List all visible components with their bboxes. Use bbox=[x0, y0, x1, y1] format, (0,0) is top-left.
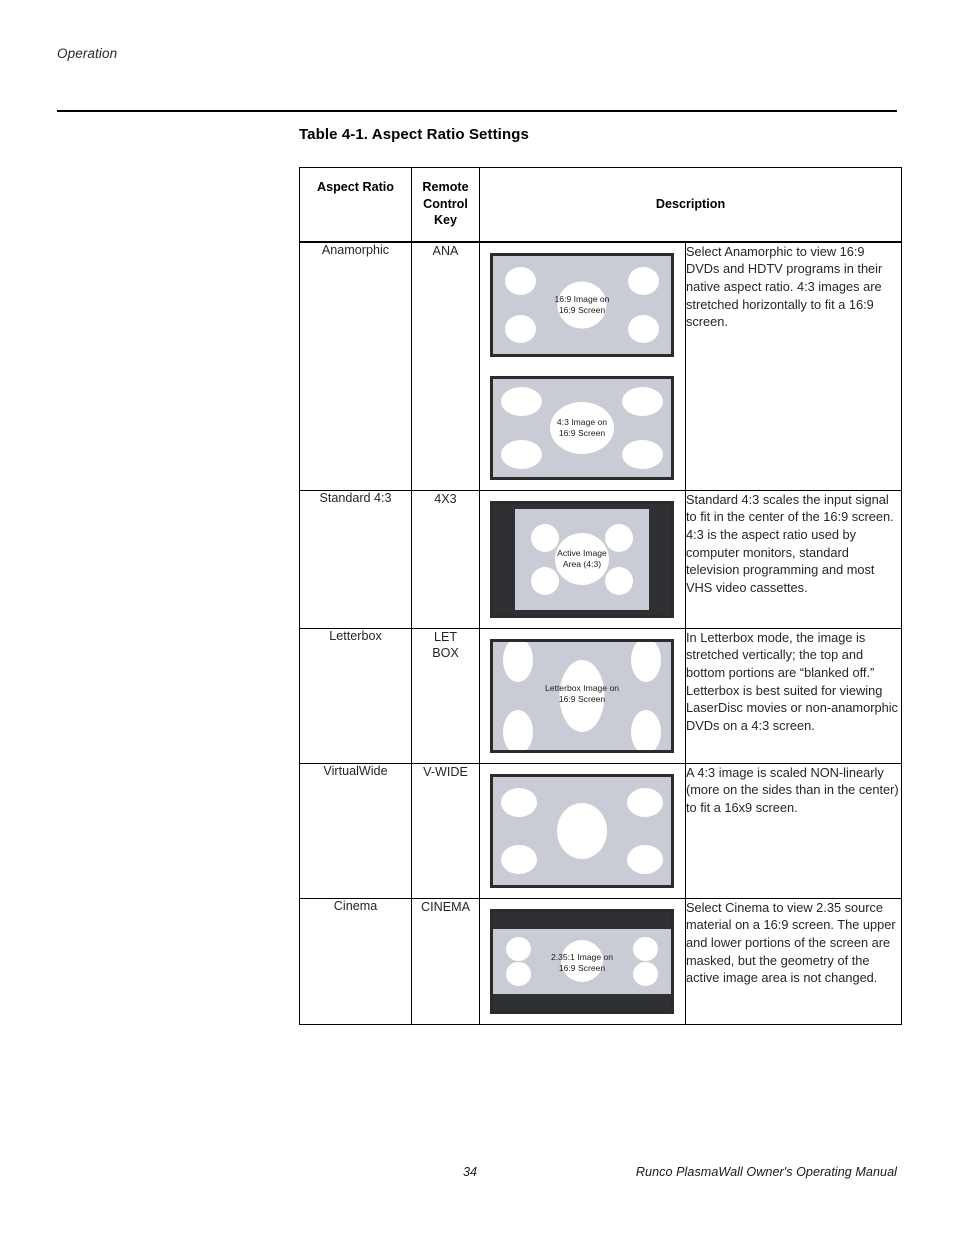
blob-bottom-right bbox=[628, 314, 659, 343]
remote-key-header-line3: Key bbox=[433, 213, 458, 228]
figure-caption: 16:9 Image on 16:9 Screen bbox=[554, 293, 610, 316]
blob-top-right bbox=[627, 787, 663, 817]
blob-bottom-left bbox=[501, 844, 537, 874]
cell-aspect-ratio: Cinema bbox=[299, 897, 412, 1025]
table-row-standard-4-3: Standard 4:3 4X3 Active Image Area (4:3)… bbox=[299, 489, 902, 629]
footer-page-number: 34 bbox=[463, 1165, 478, 1179]
cell-aspect-ratio: Standard 4:3 bbox=[299, 489, 412, 629]
cell-figures bbox=[479, 762, 686, 899]
column-header-description: Description bbox=[479, 166, 902, 243]
diagram-16-9-on-16-9: 16:9 Image on 16:9 Screen bbox=[490, 252, 674, 357]
figure-caption: 4:3 Image on 16:9 Screen bbox=[556, 416, 608, 439]
footer-manual-title: Runco PlasmaWall Owner's Operating Manua… bbox=[635, 1165, 897, 1179]
blob-bottom-right bbox=[631, 709, 661, 750]
blob-bottom-left bbox=[505, 314, 536, 343]
cell-description: A 4:3 image is scaled NON-linearly (more… bbox=[685, 762, 902, 899]
blob-bottom-left bbox=[503, 709, 533, 750]
table-header-row: Aspect Ratio Remote Control Key Descript… bbox=[299, 166, 902, 243]
cell-aspect-ratio: VirtualWide bbox=[299, 762, 412, 899]
cell-aspect-ratio: Anamorphic bbox=[299, 241, 412, 491]
cell-figures: Active Image Area (4:3) bbox=[479, 489, 686, 629]
table-row-cinema: Cinema CINEMA 2.35:1 Image on 16:9 Scree… bbox=[299, 897, 902, 1025]
blob-top-left bbox=[501, 787, 537, 817]
diagram-2-35-1-masked: 2.35:1 Image on 16:9 Screen bbox=[490, 908, 674, 1014]
blob-bottom-right bbox=[622, 439, 663, 469]
table-caption: Table 4-1. Aspect Ratio Settings bbox=[299, 126, 529, 143]
figure-caption: 2.35:1 Image on 16:9 Screen bbox=[550, 951, 614, 974]
blob-bottom-right bbox=[627, 844, 663, 874]
cell-description: Select Cinema to view 2.35 source materi… bbox=[685, 897, 902, 1025]
cell-description: Select Anamorphic to view 16:9 DVDs and … bbox=[685, 241, 902, 491]
cell-remote-key: 4X3 bbox=[411, 489, 480, 629]
blob-top-left bbox=[501, 386, 542, 416]
cell-remote-key: V-WIDE bbox=[411, 762, 480, 899]
diagram-pillarboxed-4-3: Active Image Area (4:3) bbox=[490, 500, 674, 618]
diagram-letterbox-stretched: Letterbox Image on 16:9 Screen bbox=[490, 638, 674, 753]
cell-remote-key: LET BOX bbox=[411, 627, 480, 764]
table-row-virtualwide: VirtualWide V-WIDE A 4:3 image is scaled… bbox=[299, 762, 902, 899]
blob-top-right bbox=[628, 266, 659, 295]
remote-key-line2: BOX bbox=[432, 646, 459, 661]
remote-key-header-line1: Remote bbox=[422, 180, 469, 194]
cell-description: Standard 4:3 scales the input signal to … bbox=[685, 489, 902, 629]
figure-caption: Active Image Area (4:3) bbox=[557, 547, 607, 570]
remote-key-line1: LET bbox=[433, 629, 458, 644]
blob-center bbox=[557, 802, 607, 859]
blob-bottom-left bbox=[531, 566, 559, 595]
blob-top-right bbox=[631, 641, 661, 682]
column-header-remote-control-key: Remote Control Key bbox=[411, 166, 480, 243]
diagram-4-3-on-16-9: 4:3 Image on 16:9 Screen bbox=[490, 375, 674, 480]
diagram-virtualwide bbox=[490, 773, 674, 888]
blob-top-left bbox=[505, 266, 536, 295]
blob-bottom-right bbox=[605, 566, 633, 595]
column-header-aspect-ratio: Aspect Ratio bbox=[299, 166, 412, 243]
blob-top-left bbox=[503, 641, 533, 682]
cell-figures: 2.35:1 Image on 16:9 Screen bbox=[479, 897, 686, 1025]
aspect-ratio-settings-table-full: Aspect Ratio Remote Control Key Descript… bbox=[299, 166, 902, 1025]
cell-figures: Letterbox Image on 16:9 Screen bbox=[479, 627, 686, 764]
cell-figures: 16:9 Image on 16:9 Screen 4:3 Image on 1… bbox=[479, 241, 686, 491]
table-row-letterbox: Letterbox LET BOX Letterbox Image on 16:… bbox=[299, 627, 902, 764]
blob-bottom-left bbox=[501, 439, 542, 469]
remote-key-header-line2: Control bbox=[423, 196, 468, 211]
cell-remote-key: ANA bbox=[411, 241, 480, 491]
cell-description: In Letterbox mode, the image is stretche… bbox=[685, 627, 902, 764]
figure-caption: Letterbox Image on 16:9 Screen bbox=[544, 682, 620, 705]
cell-remote-key: CINEMA bbox=[411, 897, 480, 1025]
header-rule bbox=[57, 110, 897, 112]
running-head: Operation bbox=[57, 46, 118, 61]
cell-aspect-ratio: Letterbox bbox=[299, 627, 412, 764]
table-row-anamorphic: Anamorphic ANA 16:9 Image on 16:9 Screen bbox=[299, 241, 902, 491]
blob-top-right bbox=[622, 386, 663, 416]
